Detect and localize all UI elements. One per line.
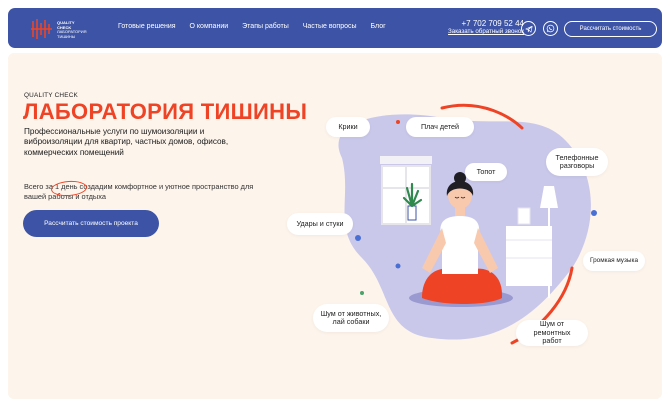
nav-item-solutions[interactable]: Готовые решения <box>118 23 176 30</box>
callback-link[interactable]: Заказать обратный звонок <box>430 28 524 35</box>
page-title: ЛАБОРАТОРИЯ ТИШИНЫ <box>23 99 308 124</box>
site-header: QUALITY CHECK ЛАБОРАТОРИЯ ТИШИНЫ Готовые… <box>8 8 662 48</box>
cloud-baby-crying: Плач детей <box>406 117 474 137</box>
logo[interactable]: QUALITY CHECK ЛАБОРАТОРИЯ ТИШИНЫ <box>30 17 100 41</box>
cloud-hits: Удары и стуки <box>287 213 353 235</box>
logo-mark-icon <box>31 19 52 39</box>
nav-item-about[interactable]: О компании <box>190 23 229 30</box>
phone-number[interactable]: +7 702 709 52 44 <box>434 19 524 28</box>
whatsapp-button[interactable] <box>543 21 558 36</box>
hero-eyebrow: QUALITY CHECK <box>24 92 78 99</box>
cloud-stomping: Топот <box>465 163 507 181</box>
calculate-project-button[interactable]: Рассчитать стоимость проекта <box>23 210 159 237</box>
whatsapp-icon <box>546 24 555 33</box>
nav-item-faq[interactable]: Частые вопросы <box>303 23 357 30</box>
telegram-icon <box>524 25 533 33</box>
nav-item-stages[interactable]: Этапы работы <box>242 23 289 30</box>
cloud-loud-music: Громкая музыка <box>583 251 645 271</box>
logo-text: QUALITY CHECK ЛАБОРАТОРИЯ ТИШИНЫ <box>57 20 87 39</box>
cloud-repair: Шум от ремонтных работ <box>516 320 588 346</box>
cloud-shouts: Крики <box>326 117 370 137</box>
cloud-phone-calls: Телефонные разговоры <box>546 148 608 176</box>
hero-description: Профессиональные услуги по шумоизоляции … <box>24 127 229 157</box>
cloud-animals: Шум от животных, лай собаки <box>313 304 389 332</box>
telegram-button[interactable] <box>521 21 536 36</box>
calculate-cost-button[interactable]: Рассчитать стоимость <box>564 21 657 37</box>
main-nav: Готовые решения О компании Этапы работы … <box>118 23 400 30</box>
nav-item-blog[interactable]: Блог <box>371 23 386 30</box>
